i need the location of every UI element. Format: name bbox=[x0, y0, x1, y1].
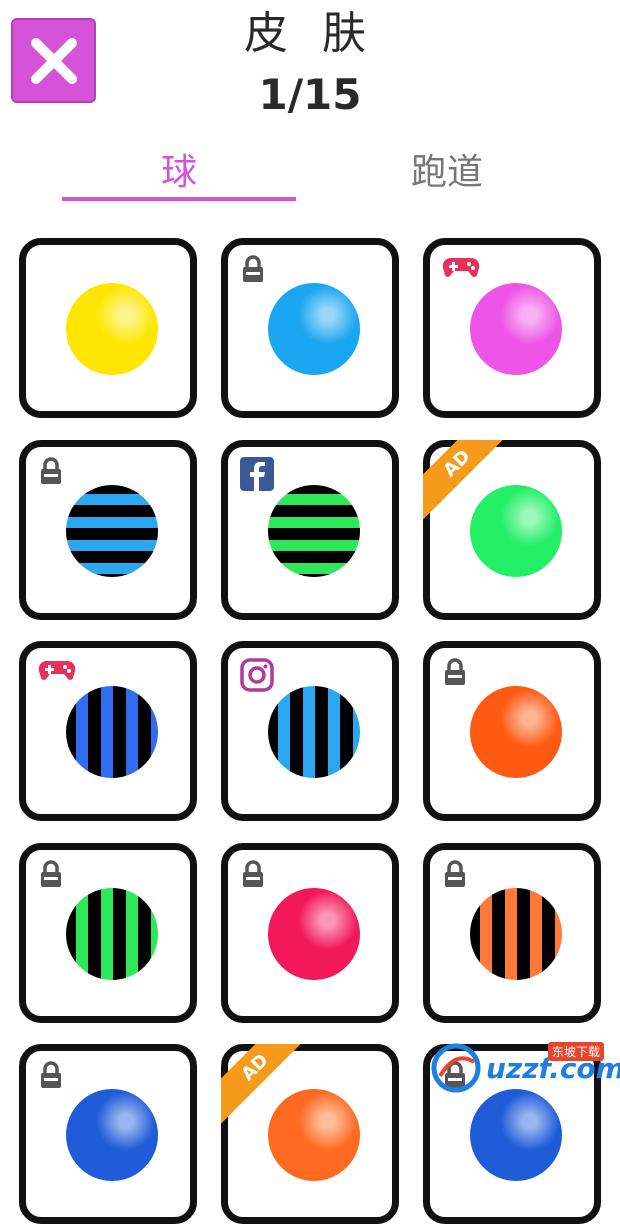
ball-preview bbox=[470, 888, 562, 980]
skin-card[interactable] bbox=[423, 843, 601, 1023]
ad-ribbon: AD bbox=[221, 1044, 301, 1124]
ball-preview bbox=[66, 1089, 158, 1181]
ball-preview bbox=[66, 888, 158, 980]
watermark: uzzf.com 东坡下载 bbox=[430, 1040, 620, 1096]
ad-ribbon: AD bbox=[423, 440, 503, 520]
skin-card[interactable]: AD bbox=[221, 1044, 399, 1224]
lock-icon bbox=[38, 457, 64, 485]
ball-preview bbox=[66, 686, 158, 778]
skin-card[interactable] bbox=[19, 440, 197, 620]
skin-card[interactable] bbox=[423, 238, 601, 418]
skin-card[interactable] bbox=[19, 1044, 197, 1224]
skin-card[interactable] bbox=[221, 641, 399, 821]
facebook-icon bbox=[240, 457, 274, 491]
ball-preview bbox=[66, 283, 158, 375]
ball-preview bbox=[470, 283, 562, 375]
gamepad-icon bbox=[442, 255, 480, 279]
lock-icon bbox=[240, 255, 266, 283]
ball-preview bbox=[268, 686, 360, 778]
ball-preview bbox=[66, 485, 158, 577]
watermark-logo-icon bbox=[431, 1043, 481, 1093]
instagram-icon bbox=[240, 658, 274, 692]
ball-preview bbox=[470, 1089, 562, 1181]
skin-card[interactable]: AD bbox=[423, 440, 601, 620]
skin-grid: AD AD bbox=[0, 0, 620, 1224]
lock-icon bbox=[442, 658, 468, 686]
lock-icon bbox=[240, 860, 266, 888]
skin-card[interactable] bbox=[221, 440, 399, 620]
watermark-sub: 东坡下载 bbox=[548, 1042, 605, 1061]
skin-card[interactable] bbox=[19, 843, 197, 1023]
skin-card[interactable] bbox=[221, 843, 399, 1023]
lock-icon bbox=[38, 1061, 64, 1089]
ball-preview bbox=[470, 686, 562, 778]
skin-card[interactable] bbox=[19, 238, 197, 418]
skin-card[interactable] bbox=[221, 238, 399, 418]
gamepad-icon bbox=[38, 658, 76, 682]
ball-preview bbox=[268, 485, 360, 577]
skin-card[interactable] bbox=[19, 641, 197, 821]
ball-preview bbox=[268, 283, 360, 375]
skin-card[interactable] bbox=[423, 641, 601, 821]
lock-icon bbox=[38, 860, 64, 888]
ball-preview bbox=[268, 888, 360, 980]
lock-icon bbox=[442, 860, 468, 888]
